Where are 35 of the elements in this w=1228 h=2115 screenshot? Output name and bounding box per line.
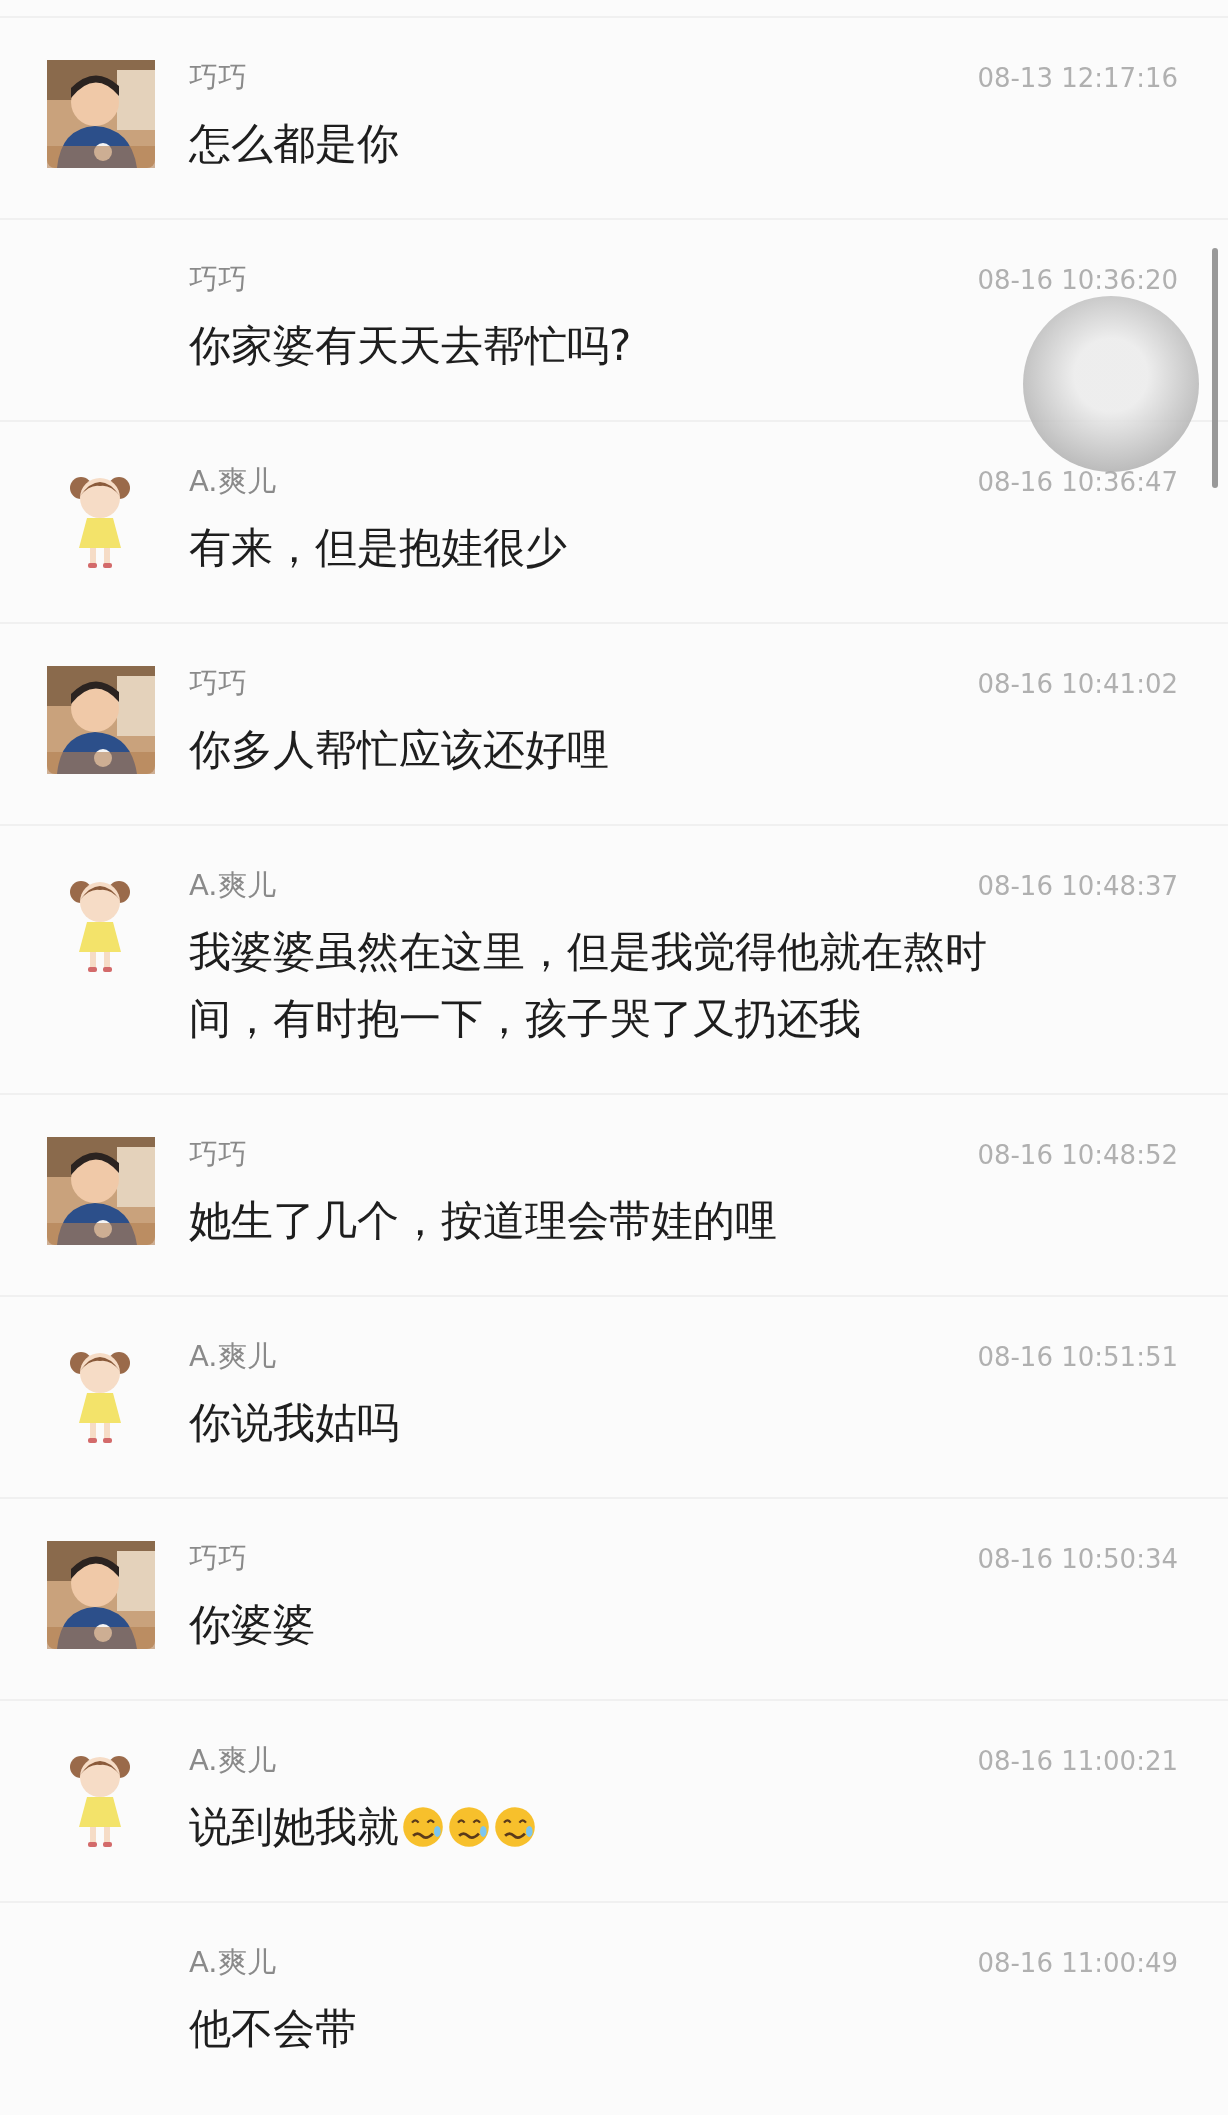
message-text: 有来，但是抱娃很少 bbox=[189, 522, 567, 574]
timestamp: 08-16 10:48:37 bbox=[977, 871, 1178, 901]
message-text: 我婆婆虽然在这里，但是我觉得他就在熬时 bbox=[189, 926, 987, 978]
timestamp: 08-16 10:50:34 bbox=[977, 1544, 1178, 1574]
message-text: 你说我姑吗 bbox=[189, 1397, 399, 1449]
message-text: 她生了几个，按道理会带娃的哩 bbox=[189, 1195, 777, 1247]
message-text: 你多人帮忙应该还好哩 bbox=[189, 724, 609, 776]
sender-name: A.爽儿 bbox=[189, 1944, 276, 1981]
woozy-face-icon bbox=[447, 1804, 491, 1849]
sender-name: 巧巧 bbox=[189, 59, 247, 96]
message-text: 怎么都是你 bbox=[189, 118, 399, 170]
sender-name: 巧巧 bbox=[189, 261, 247, 298]
timestamp: 08-16 10:48:52 bbox=[977, 1140, 1178, 1170]
scrollbar[interactable] bbox=[1212, 248, 1218, 488]
timestamp: 08-16 11:00:49 bbox=[977, 1948, 1178, 1978]
sender-name: 巧巧 bbox=[189, 1136, 247, 1173]
timestamp: 08-16 10:51:51 bbox=[977, 1342, 1178, 1372]
timestamp: 08-16 10:41:02 bbox=[977, 669, 1178, 699]
woozy-face-icon bbox=[401, 1804, 445, 1849]
timestamp: 08-16 10:36:47 bbox=[977, 467, 1178, 497]
sender-name: 巧巧 bbox=[189, 1540, 247, 1577]
sender-name: A.爽儿 bbox=[189, 867, 276, 904]
message-text: 说到她我就 bbox=[189, 1801, 399, 1853]
sender-name: A.爽儿 bbox=[189, 1742, 276, 1779]
sender-name: A.爽儿 bbox=[189, 1338, 276, 1375]
timestamp: 08-16 10:36:20 bbox=[977, 265, 1178, 295]
timestamp: 08-16 11:00:21 bbox=[977, 1746, 1178, 1776]
message-text: 间，有时抱一下，孩子哭了又扔还我 bbox=[189, 993, 861, 1045]
sender-name: A.爽儿 bbox=[189, 463, 276, 500]
sender-name: 巧巧 bbox=[189, 665, 247, 702]
timestamp: 08-13 12:17:16 bbox=[977, 63, 1178, 93]
message-text: 他不会带 bbox=[189, 2003, 357, 2055]
message-text: 你婆婆 bbox=[189, 1599, 315, 1651]
message-text: 你家婆有天天去帮忙吗? bbox=[189, 320, 632, 372]
woozy-face-icon bbox=[493, 1804, 537, 1849]
